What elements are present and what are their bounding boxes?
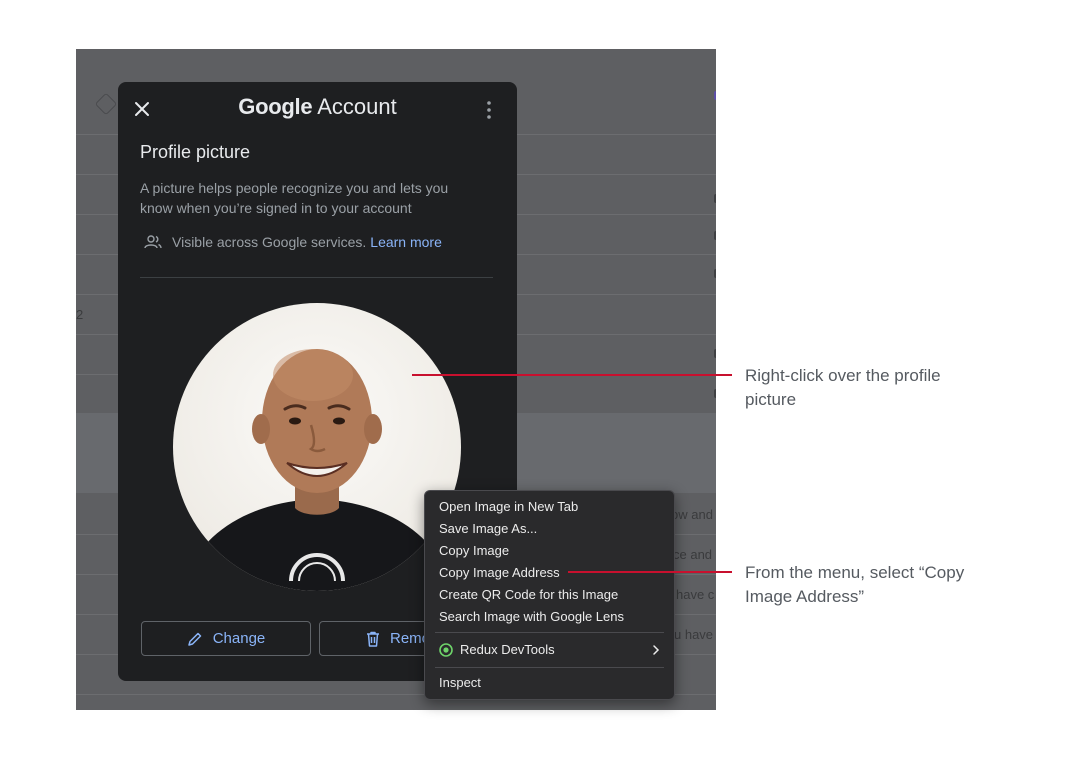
menu-item-inspect[interactable]: Inspect xyxy=(439,675,481,690)
more-vert-icon[interactable] xyxy=(485,100,493,120)
brand-account: Account xyxy=(317,94,397,119)
people-icon xyxy=(144,235,162,249)
menu-item-save-image[interactable]: Save Image As... xyxy=(439,521,537,536)
indicator xyxy=(714,91,716,100)
indicator xyxy=(714,349,716,358)
divider xyxy=(140,277,493,278)
callout-line xyxy=(568,571,732,573)
background-text: u have xyxy=(674,627,714,642)
dialog-description: A picture helps people recognize you and… xyxy=(140,180,449,216)
label-icon xyxy=(94,92,118,116)
change-button[interactable]: Change xyxy=(141,621,311,656)
menu-item-create-qr[interactable]: Create QR Code for this Image xyxy=(439,587,618,602)
callout-copy-address: From the menu, select “Copy Image Addres… xyxy=(745,563,965,606)
indicator xyxy=(714,269,716,278)
background-text: have c xyxy=(676,587,715,602)
menu-item-open-image[interactable]: Open Image in New Tab xyxy=(439,499,578,514)
background-text: ce and xyxy=(673,547,713,562)
brand-google: Google xyxy=(238,94,313,119)
menu-item-redux-devtools[interactable]: Redux DevTools xyxy=(460,642,555,657)
profile-picture[interactable] xyxy=(173,303,461,591)
indicator xyxy=(714,194,716,203)
menu-item-copy-image[interactable]: Copy Image xyxy=(439,543,509,558)
indicator xyxy=(714,389,716,398)
change-button-label: Change xyxy=(212,630,266,647)
redux-icon xyxy=(439,643,453,657)
dialog-title: Profile picture xyxy=(140,142,251,162)
dialog-brand: Google Account xyxy=(118,94,517,120)
menu-separator xyxy=(435,667,664,668)
callout-right-click: Right-click over the profile picture xyxy=(745,366,941,409)
menu-item-copy-image-address[interactable]: Copy Image Address xyxy=(439,565,560,580)
menu-separator xyxy=(435,632,664,633)
callout-line xyxy=(412,374,732,376)
chevron-right-icon xyxy=(653,645,660,655)
profile-photo xyxy=(183,349,451,591)
indicator xyxy=(714,231,716,240)
pencil-icon xyxy=(187,632,201,646)
visibility-text: Visible across Google services. xyxy=(172,234,367,250)
learn-more-link[interactable]: Learn more xyxy=(370,234,442,250)
menu-item-search-lens[interactable]: Search Image with Google Lens xyxy=(439,609,624,624)
trash-icon xyxy=(367,631,379,647)
visibility-row: Visible across Google services. Learn mo… xyxy=(144,234,442,250)
background-text: ow and xyxy=(671,507,713,522)
context-menu: Open Image in New Tab Save Image As... C… xyxy=(424,490,675,700)
background-text: 2 xyxy=(76,307,84,322)
